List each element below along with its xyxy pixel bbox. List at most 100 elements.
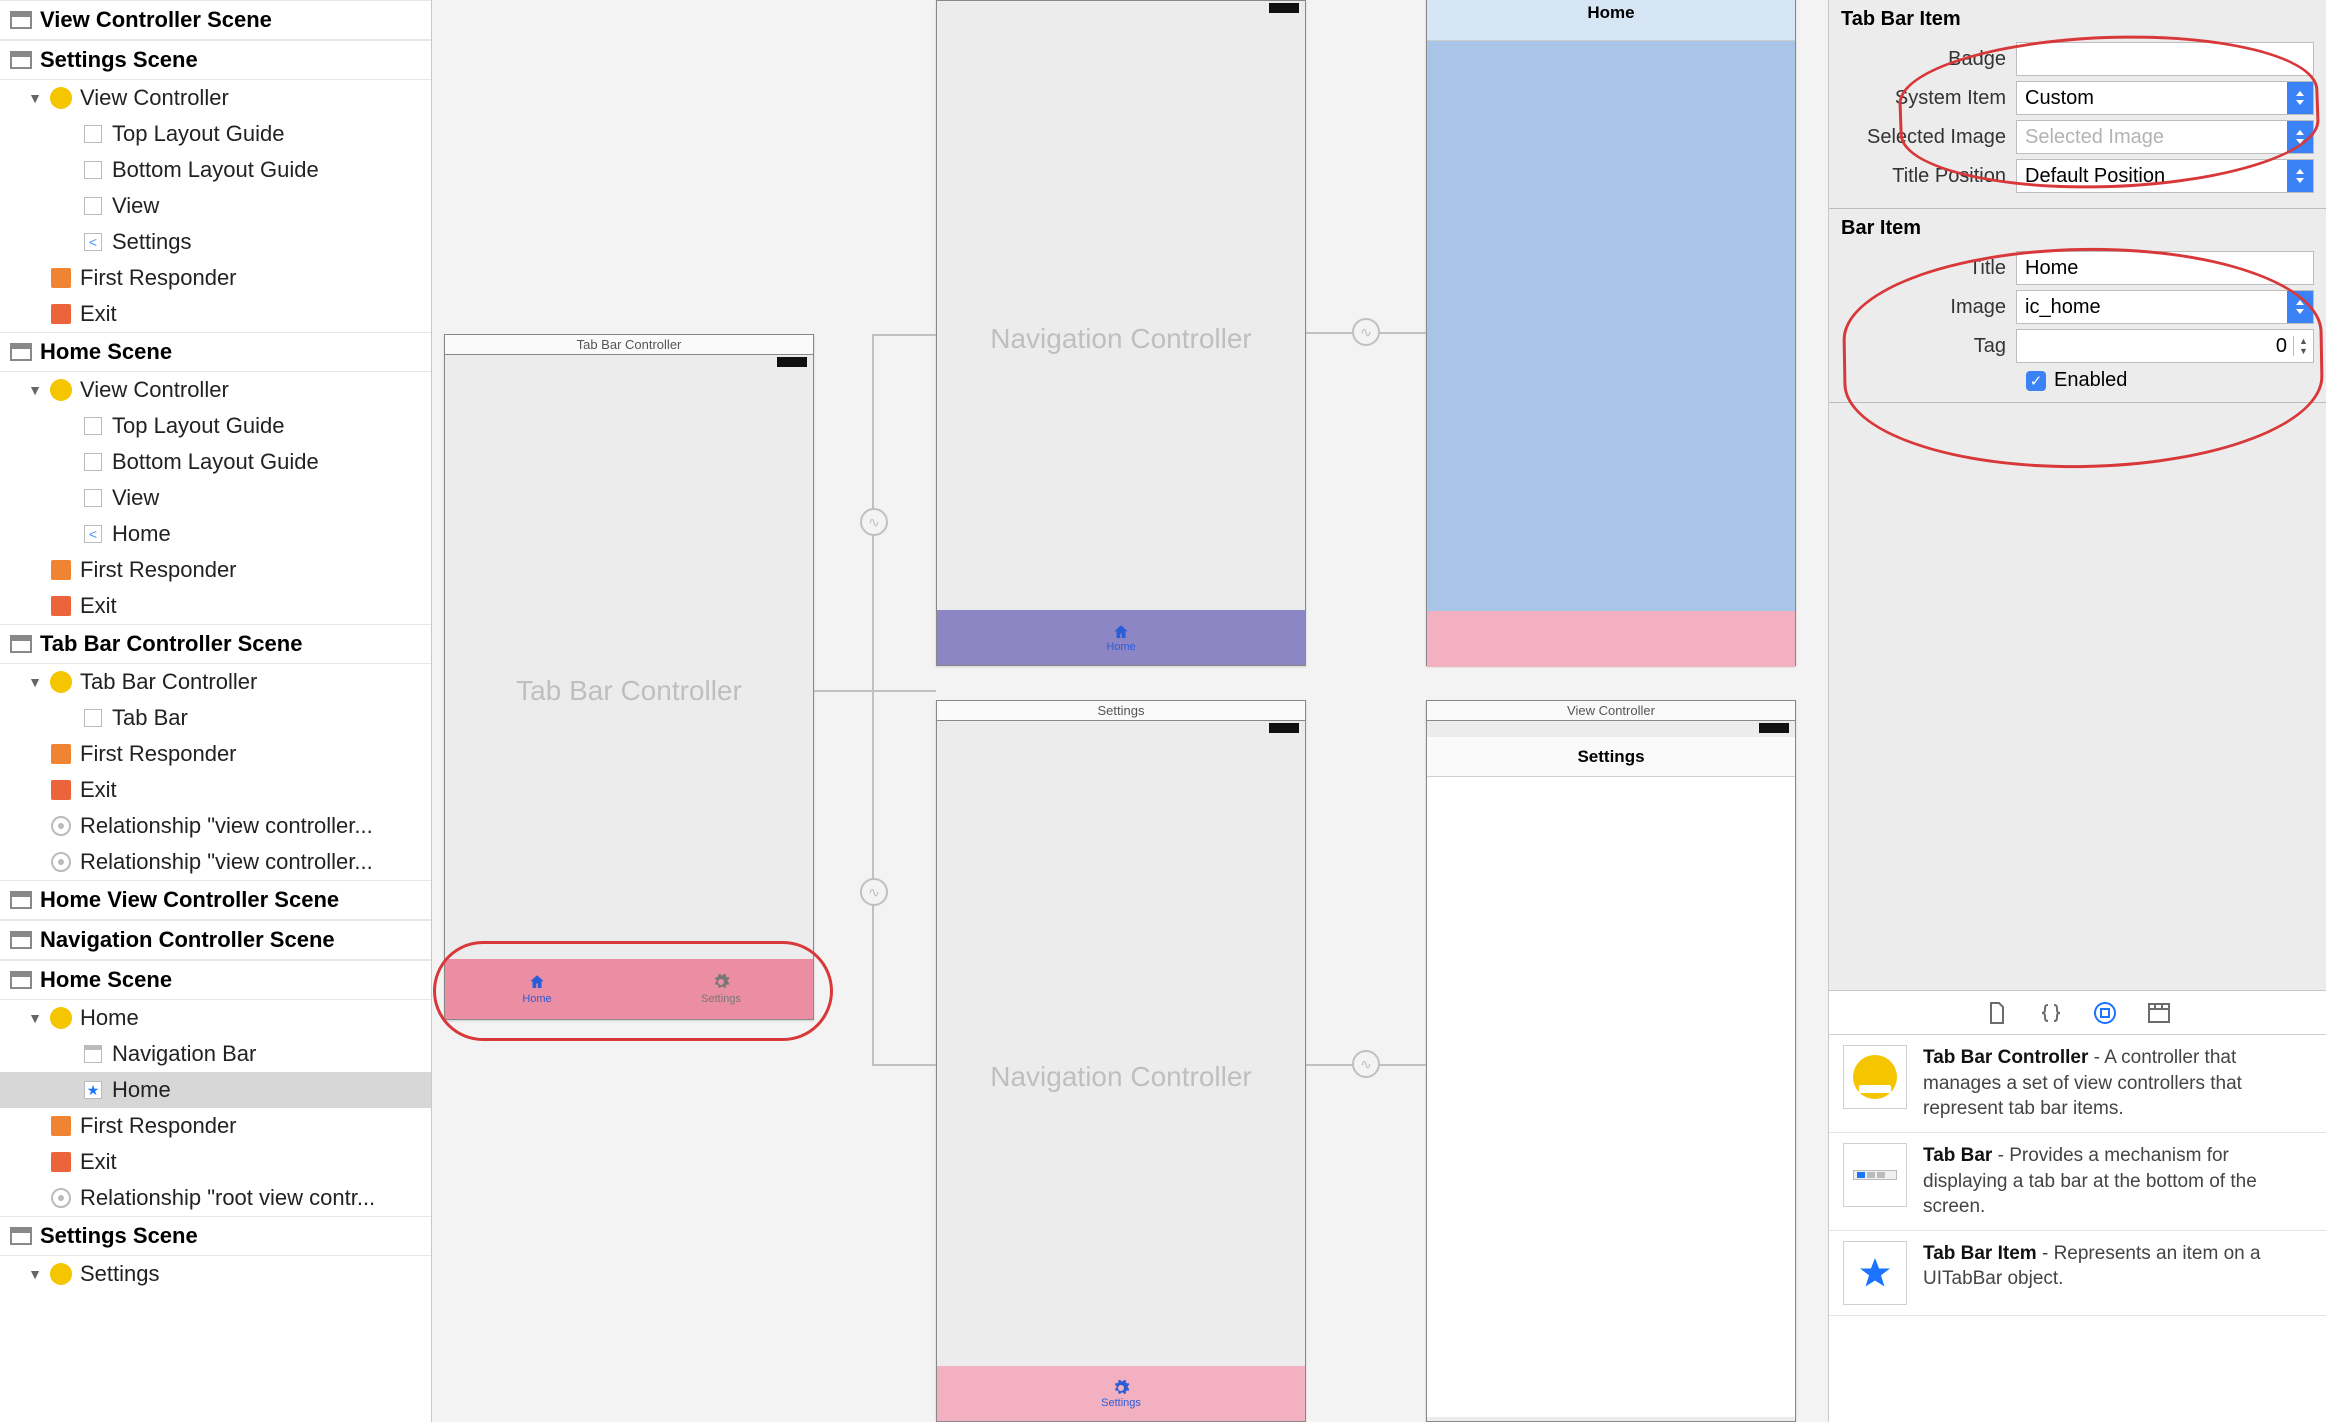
library-item[interactable]: Tab Bar - Provides a mechanism for displ… (1829, 1133, 2326, 1231)
segue-anchor[interactable]: ∿ (860, 508, 888, 536)
segue-anchor[interactable]: ∿ (1352, 318, 1380, 346)
outline-row[interactable]: ★Home (0, 1072, 431, 1108)
tab-bar-item-region[interactable]: Settings (937, 1366, 1305, 1421)
outline-row[interactable]: Relationship "view controller... (0, 844, 431, 880)
tab-bar-item-region[interactable]: Home (937, 610, 1305, 665)
image-select[interactable]: ic_home (2016, 290, 2314, 324)
outline-label: Relationship "view controller... (80, 849, 373, 875)
document-outline[interactable]: View Controller SceneSettings Scene▼View… (0, 0, 432, 1422)
library-item[interactable]: Tab Bar Controller - A controller that m… (1829, 1035, 2326, 1133)
outline-row[interactable]: First Responder (0, 736, 431, 772)
status-bar (445, 355, 813, 371)
library-list[interactable]: Tab Bar Controller - A controller that m… (1829, 1035, 2326, 1422)
outline-label: View (112, 485, 159, 511)
title-label: Title (1841, 257, 2016, 280)
badge-label: Badge (1841, 48, 2016, 71)
outline-row[interactable]: ▼Tab Bar Controller (0, 664, 431, 700)
attributes-inspector[interactable]: Tab Bar Item Badge System Item Custom Se… (1828, 0, 2326, 1422)
scene-settings-vc[interactable]: View Controller Settings (1426, 700, 1796, 1422)
object-library[interactable]: Tab Bar Controller - A controller that m… (1829, 990, 2326, 1422)
tab-label: Settings (701, 993, 741, 1005)
tag-stepper[interactable]: ▲▼ (2016, 329, 2314, 363)
outline-row[interactable]: Bottom Layout Guide (0, 444, 431, 480)
scene-header[interactable]: View Controller Scene (0, 0, 431, 40)
outline-row[interactable]: ▼Settings (0, 1256, 431, 1292)
enabled-checkbox[interactable]: ✓ (2026, 371, 2046, 391)
outline-row[interactable]: Navigation Bar (0, 1036, 431, 1072)
scene-icon (10, 931, 32, 949)
library-tab-objects[interactable] (2092, 1000, 2118, 1026)
outline-row[interactable]: View (0, 480, 431, 516)
library-item[interactable]: Tab Bar Item - Represents an item on a U… (1829, 1231, 2326, 1316)
outline-row[interactable]: Exit (0, 296, 431, 332)
outline-row[interactable]: Relationship "root view contr... (0, 1180, 431, 1216)
status-bar (937, 721, 1305, 737)
scene-icon (10, 971, 32, 989)
title-position-select[interactable]: Default Position (2016, 159, 2314, 193)
tab-item-settings[interactable]: Settings (629, 959, 813, 1019)
outline-row[interactable]: View (0, 188, 431, 224)
scene-nav-home[interactable]: Navigation Controller Home (936, 0, 1306, 666)
outline-row[interactable]: ▼Home (0, 1000, 431, 1036)
scene-header[interactable]: Home Scene (0, 332, 431, 372)
badge-input[interactable] (2016, 42, 2314, 76)
tab-bar[interactable]: Home Settings (445, 959, 813, 1019)
scene-tabbar-controller[interactable]: Tab Bar Controller Tab Bar Controller Ho… (444, 334, 814, 1020)
outline-row[interactable]: ▼View Controller (0, 372, 431, 408)
outline-row[interactable]: Relationship "view controller... (0, 808, 431, 844)
outline-label: Home (112, 1077, 171, 1103)
outline-row[interactable]: Exit (0, 772, 431, 808)
scene-nav-settings[interactable]: Settings Navigation Controller Settings (936, 700, 1306, 1422)
library-tab-file[interactable] (1984, 1000, 2010, 1026)
outline-row[interactable]: <Settings (0, 224, 431, 260)
outline-row[interactable]: First Responder (0, 552, 431, 588)
storyboard-canvas[interactable]: Tab Bar Controller Tab Bar Controller Ho… (432, 0, 1828, 1422)
outline-label: Tab Bar Controller (80, 669, 257, 695)
outline-row[interactable]: Bottom Layout Guide (0, 152, 431, 188)
scene-header[interactable]: Home Scene (0, 960, 431, 1000)
library-tab-code[interactable] (2038, 1000, 2064, 1026)
outline-label: Relationship "root view contr... (80, 1185, 375, 1211)
outline-label: First Responder (80, 1113, 237, 1139)
scene-header[interactable]: Settings Scene (0, 1216, 431, 1256)
library-desc: Tab Bar - Provides a mechanism for displ… (1923, 1143, 2312, 1220)
scene-title: Settings (937, 701, 1305, 721)
outline-row[interactable]: First Responder (0, 1108, 431, 1144)
outline-row[interactable]: Exit (0, 588, 431, 624)
library-tabs[interactable] (1829, 991, 2326, 1035)
outline-row[interactable]: First Responder (0, 260, 431, 296)
system-item-select[interactable]: Custom (2016, 81, 2314, 115)
outline-row[interactable]: Top Layout Guide (0, 408, 431, 444)
image-label: Image (1841, 296, 2016, 319)
outline-row[interactable]: <Home (0, 516, 431, 552)
scene-title: View Controller (1427, 701, 1795, 721)
scene-header[interactable]: Home View Controller Scene (0, 880, 431, 920)
outline-row[interactable]: Exit (0, 1144, 431, 1180)
system-item-label: System Item (1841, 87, 2016, 110)
segue-anchor[interactable]: ∿ (860, 878, 888, 906)
library-tab-media[interactable] (2146, 1000, 2172, 1026)
title-input[interactable] (2016, 251, 2314, 285)
tag-input[interactable] (2017, 330, 2293, 362)
outline-row[interactable]: ▼View Controller (0, 80, 431, 116)
gear-icon (1112, 1379, 1130, 1397)
scene-header[interactable]: Settings Scene (0, 40, 431, 80)
chevron-down-icon[interactable]: ▼ (2293, 346, 2313, 356)
chevron-up-icon[interactable]: ▲ (2293, 336, 2313, 346)
outline-label: View Controller (80, 85, 229, 111)
tab-item-home[interactable]: Home (445, 959, 629, 1019)
scene-header[interactable]: Tab Bar Controller Scene (0, 624, 431, 664)
placeholder-label: Navigation Controller (937, 323, 1305, 355)
library-thumb (1843, 1143, 1907, 1207)
scene-icon (10, 1227, 32, 1245)
outline-row[interactable]: Tab Bar (0, 700, 431, 736)
outline-row[interactable]: Top Layout Guide (0, 116, 431, 152)
inspector-section-baritem: Bar Item Title Image ic_home Tag ▲▼ ✓ En… (1829, 209, 2326, 403)
selected-image-select[interactable]: Selected Image (2016, 120, 2314, 154)
segue-anchor[interactable]: ∿ (1352, 1050, 1380, 1078)
gear-icon (712, 973, 730, 991)
scene-home-vc[interactable]: Home (1426, 0, 1796, 666)
section-title: Bar Item (1841, 215, 2314, 246)
outline-label: Tab Bar (112, 705, 188, 731)
scene-header[interactable]: Navigation Controller Scene (0, 920, 431, 960)
